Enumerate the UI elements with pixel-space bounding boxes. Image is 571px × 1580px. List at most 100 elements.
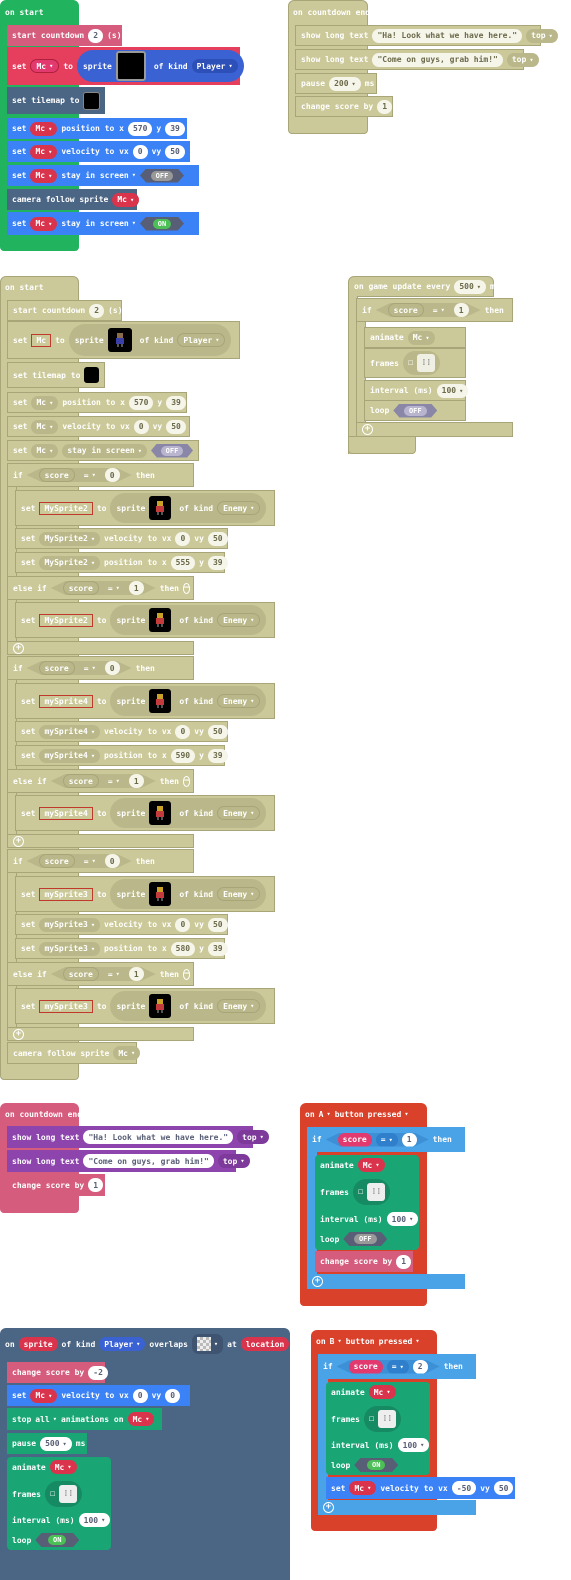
set-stay-in-screen-block-2[interactable]: set Mc stay in screen ON bbox=[7, 212, 199, 235]
variable-dropdown[interactable]: MySprite2 bbox=[39, 555, 101, 570]
on-start-hat[interactable]: on start bbox=[0, 2, 49, 22]
score-input[interactable]: 1 bbox=[396, 1254, 412, 1269]
frames-image[interactable]: ⁞⁞ bbox=[367, 1183, 386, 1201]
vx-input[interactable]: -50 bbox=[451, 1481, 477, 1495]
frames-reporter[interactable]: ☐ ⁞⁞ bbox=[352, 1179, 391, 1205]
frames-block[interactable]: frames ☐ ⁞⁞ bbox=[315, 1177, 395, 1207]
sprite-reporter[interactable]: sprite of kind Enemy bbox=[110, 493, 267, 523]
set-velocity-block[interactable]: set Mc velocity to vx 0 vy 50 bbox=[7, 416, 190, 437]
on-countdown-end-hat[interactable]: on countdown end bbox=[288, 2, 375, 22]
vy-input[interactable]: 50 bbox=[207, 531, 228, 546]
value-input[interactable]: 0 bbox=[104, 854, 120, 868]
value-input[interactable]: 0 bbox=[104, 468, 120, 482]
tilemap-image[interactable] bbox=[84, 367, 99, 383]
change-score-block[interactable]: change score by 1 bbox=[315, 1251, 413, 1272]
interval-dropdown[interactable]: 100 bbox=[436, 383, 469, 398]
vx-input[interactable]: 0 bbox=[175, 917, 191, 932]
loop-block[interactable]: loop ON bbox=[7, 1530, 84, 1550]
x-input[interactable]: 580 bbox=[170, 941, 196, 956]
variable-dropdown[interactable]: Mc bbox=[357, 1158, 385, 1172]
variable-dropdown[interactable]: Mc bbox=[31, 333, 52, 347]
value-input[interactable]: 1 bbox=[128, 581, 144, 595]
vy-input[interactable]: 50 bbox=[207, 917, 228, 932]
score-reporter[interactable]: score bbox=[38, 468, 75, 482]
event-dropdown[interactable]: pressed bbox=[379, 1337, 420, 1346]
tile-dropdown[interactable] bbox=[191, 1334, 224, 1354]
loop-block[interactable]: loop ON bbox=[326, 1455, 403, 1475]
show-long-text-block[interactable]: show long text "Ha! Look what we have he… bbox=[7, 1126, 269, 1148]
toggle-off[interactable]: OFF bbox=[150, 443, 193, 458]
variable-dropdown[interactable]: Mc bbox=[49, 1460, 77, 1474]
set-sprite-block[interactable]: set MySprite2 to sprite of kind Enemy bbox=[15, 490, 275, 526]
show-long-text-block-2[interactable]: show long text "Come on guys, grab him!"… bbox=[295, 49, 539, 70]
kind-dropdown[interactable]: Enemy bbox=[217, 501, 261, 515]
set-sprite-block[interactable]: set mySprite3 to sprite of kind Enemy bbox=[15, 876, 275, 912]
event-dropdown[interactable]: pressed bbox=[368, 1110, 409, 1119]
variable-dropdown[interactable]: Mc bbox=[127, 1412, 155, 1426]
interval-block[interactable]: interval (ms) 100 bbox=[326, 1435, 434, 1455]
kind-dropdown[interactable]: Player bbox=[99, 1337, 146, 1351]
vy-input[interactable]: 50 bbox=[493, 1481, 514, 1495]
sprite-image[interactable] bbox=[149, 882, 172, 906]
kind-dropdown[interactable]: Enemy bbox=[217, 887, 261, 901]
frames-reporter[interactable]: ☐ ⁞⁞ bbox=[44, 1481, 83, 1507]
kind-dropdown[interactable]: Enemy bbox=[217, 694, 261, 708]
score-reporter[interactable]: score bbox=[62, 967, 99, 981]
condition[interactable]: score=0 bbox=[26, 661, 132, 675]
add-icon[interactable]: + bbox=[13, 835, 24, 847]
flag-dropdown[interactable]: stay in screen bbox=[61, 171, 136, 180]
checkbox-icon[interactable]: ☐ bbox=[358, 1187, 363, 1197]
frames-block[interactable]: frames ☐ ⁞⁞ bbox=[326, 1404, 406, 1434]
frames-block[interactable]: frames ☐ ⁞⁞ bbox=[7, 1479, 87, 1509]
if-block[interactable]: ifscore=0then bbox=[7, 656, 194, 680]
animate-block[interactable]: animate Mc bbox=[315, 1155, 390, 1175]
on-start-hat-disabled[interactable]: on start bbox=[0, 278, 49, 296]
flag-dropdown[interactable]: stay in screen bbox=[62, 443, 147, 458]
frames-image[interactable]: ⁞⁞ bbox=[417, 354, 436, 372]
kind-dropdown[interactable]: Enemy bbox=[217, 613, 261, 627]
sprite-reporter[interactable]: sprite of kind Enemy bbox=[110, 686, 267, 716]
vy-input[interactable]: 50 bbox=[165, 144, 185, 159]
frames-reporter[interactable]: ☐ ⁞⁞ bbox=[363, 1406, 402, 1432]
set-velocity-block[interactable]: setmySprite4velocity to vx0vy50 bbox=[15, 721, 228, 742]
value-input[interactable]: 1 bbox=[453, 303, 469, 317]
set-velocity-block[interactable]: setMySprite2velocity to vx0vy50 bbox=[15, 528, 228, 549]
on-b-button-hat[interactable]: on B button pressed bbox=[311, 1331, 425, 1351]
animation-dropdown[interactable]: all bbox=[35, 1415, 57, 1424]
operator-dropdown[interactable]: = bbox=[78, 854, 101, 868]
if-block[interactable]: if score = 1 then bbox=[307, 1127, 465, 1152]
loop-block[interactable]: loop OFF bbox=[364, 400, 466, 421]
variable-dropdown[interactable]: Mc bbox=[30, 59, 60, 73]
set-velocity-block[interactable]: set Mc velocity to vx 0 vy 0 bbox=[7, 1385, 190, 1406]
condition[interactable]: score=1 bbox=[50, 774, 156, 788]
pause-input[interactable]: 500 bbox=[40, 1436, 72, 1451]
kind-dropdown[interactable]: Player bbox=[177, 333, 226, 347]
set-sprite-block[interactable]: set MySprite2 to sprite of kind Enemy bbox=[15, 602, 275, 638]
if-block[interactable]: ifscore=0then bbox=[7, 849, 194, 873]
toggle-off[interactable]: OFF bbox=[139, 168, 184, 183]
variable-dropdown[interactable]: mySprite3 bbox=[39, 887, 93, 901]
variable-dropdown[interactable]: Mc bbox=[112, 192, 140, 207]
operator-dropdown[interactable]: = bbox=[102, 967, 125, 981]
start-countdown-block[interactable]: start countdown 2 (s) bbox=[7, 300, 123, 321]
toggle-off[interactable]: OFF bbox=[343, 1232, 388, 1246]
set-stay-in-screen-block[interactable]: set Mc stay in screen OFF bbox=[7, 165, 199, 186]
set-tilemap-block[interactable]: set tilemap to bbox=[7, 87, 105, 114]
loop-block[interactable]: loop OFF bbox=[315, 1229, 392, 1249]
location-reporter[interactable]: location bbox=[240, 1337, 290, 1351]
flag-dropdown[interactable]: stay in screen bbox=[61, 219, 136, 228]
checkbox-icon[interactable]: ☐ bbox=[408, 358, 413, 368]
camera-follow-block[interactable]: camera follow sprite Mc bbox=[7, 189, 140, 210]
sprite-image[interactable] bbox=[107, 328, 132, 352]
animate-block[interactable]: animate Mc bbox=[364, 327, 466, 348]
operator-dropdown[interactable]: = bbox=[427, 303, 450, 317]
variable-dropdown[interactable]: mySprite4 bbox=[39, 806, 93, 820]
set-position-block[interactable]: setmySprite4position to x590y39 bbox=[15, 745, 228, 766]
on-a-button-hat[interactable]: on A button pressed bbox=[300, 1104, 414, 1124]
text-input[interactable]: "Come on guys, grab him!" bbox=[83, 1154, 214, 1168]
if-block[interactable]: if score = 1 then bbox=[356, 298, 513, 322]
change-score-block[interactable]: change score by 1 bbox=[295, 96, 393, 117]
toggle-on[interactable]: ON bbox=[35, 1533, 80, 1547]
variable-dropdown[interactable]: Mc bbox=[31, 419, 59, 434]
pause-input[interactable]: 200 bbox=[329, 76, 361, 91]
